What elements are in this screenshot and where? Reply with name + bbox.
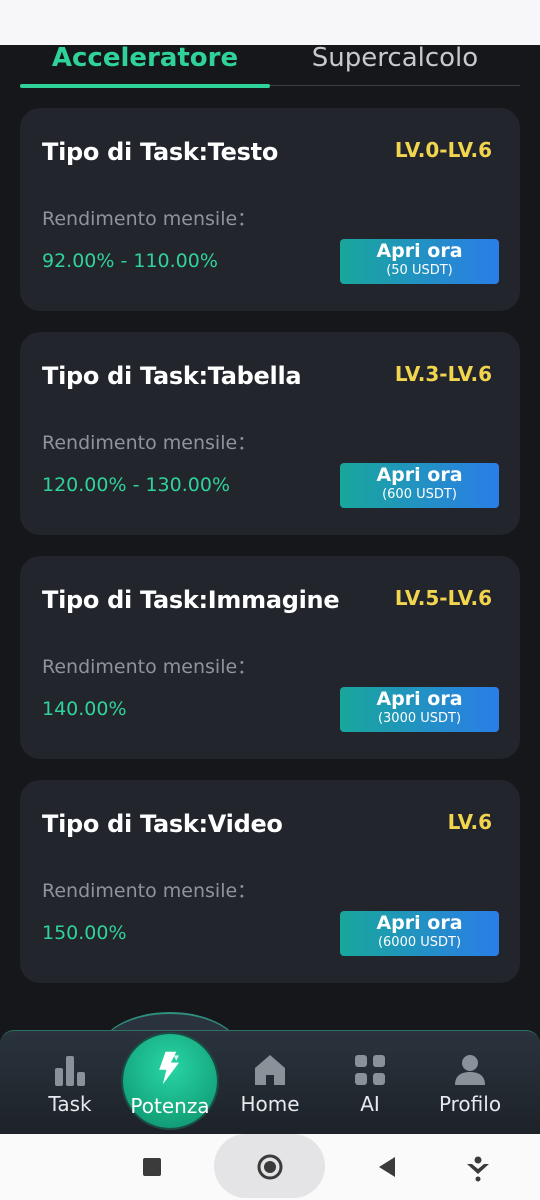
yield-label: Rendimento mensile： <box>42 432 257 454</box>
home-circle-icon <box>257 1154 283 1180</box>
yield-value: 120.00% - 130.00% <box>42 474 231 496</box>
yield-value: 92.00% - 110.00% <box>42 250 218 272</box>
level-badge: LV.0-LV.6 <box>394 138 492 162</box>
yield-label: Rendimento mensile： <box>42 880 257 902</box>
task-card-testo: Tipo di Task:Testo LV.0-LV.6 Rendimento … <box>20 108 520 311</box>
open-now-label: Apri ora <box>376 912 463 934</box>
yield-label: Rendimento mensile： <box>42 208 257 230</box>
level-badge: LV.3-LV.6 <box>394 362 492 386</box>
nav-label-profilo: Profilo <box>438 1092 502 1116</box>
tab-supercalcolo[interactable]: Supercalcolo <box>270 45 520 85</box>
nav-item-ai[interactable]: AI <box>320 1048 420 1118</box>
open-now-label: Apri ora <box>376 240 463 262</box>
price-label: (3000 USDT) <box>377 711 462 726</box>
nav-item-profilo[interactable]: Profilo <box>420 1048 520 1118</box>
nav-label-task: Task <box>48 1092 92 1116</box>
user-icon <box>455 1055 485 1085</box>
bar-chart-icon <box>55 1056 85 1086</box>
price-label: (600 USDT) <box>382 487 457 502</box>
recents-icon[interactable] <box>141 1156 163 1178</box>
task-card-video: Tipo di Task:Video LV.6 Rendimento mensi… <box>20 780 520 983</box>
open-now-button[interactable]: Apri ora (600 USDT) <box>340 463 499 508</box>
back-icon[interactable] <box>376 1155 398 1179</box>
lightning-icon <box>159 1051 179 1085</box>
status-bar <box>0 0 540 45</box>
card-title: Tipo di Task:Immagine <box>42 586 340 614</box>
assistant-icon[interactable] <box>464 1154 492 1182</box>
level-badge: LV.6 <box>447 810 492 834</box>
active-tab-indicator <box>20 84 270 88</box>
card-title: Tipo di Task:Testo <box>42 138 279 166</box>
open-now-label: Apri ora <box>376 464 463 486</box>
nav-item-potenza[interactable]: Potenza <box>123 1034 217 1128</box>
card-title: Tipo di Task:Tabella <box>42 362 302 390</box>
grid-icon <box>355 1055 385 1085</box>
system-navigation-bar <box>0 1134 540 1200</box>
home-icon <box>255 1055 285 1085</box>
open-now-button[interactable]: Apri ora (50 USDT) <box>340 239 499 284</box>
task-card-immagine: Tipo di Task:Immagine LV.5-LV.6 Rendimen… <box>20 556 520 759</box>
home-pill[interactable] <box>214 1134 325 1198</box>
tab-acceleratore[interactable]: Acceleratore <box>20 45 270 85</box>
yield-value: 150.00% <box>42 922 127 944</box>
open-now-label: Apri ora <box>376 688 463 710</box>
price-label: (6000 USDT) <box>377 935 462 950</box>
nav-item-task[interactable]: Task <box>20 1048 120 1118</box>
price-label: (50 USDT) <box>386 263 453 278</box>
tab-bar: Acceleratore Supercalcolo <box>0 45 540 89</box>
card-title: Tipo di Task:Video <box>42 810 283 838</box>
yield-value: 140.00% <box>42 698 127 720</box>
yield-label: Rendimento mensile： <box>42 656 257 678</box>
nav-item-home[interactable]: Home <box>220 1048 320 1118</box>
task-card-tabella: Tipo di Task:Tabella LV.3-LV.6 Rendiment… <box>20 332 520 535</box>
nav-label-potenza: Potenza <box>130 1094 210 1118</box>
nav-label-home: Home <box>240 1092 300 1116</box>
open-now-button[interactable]: Apri ora (3000 USDT) <box>340 687 499 732</box>
nav-label-ai: AI <box>360 1092 380 1116</box>
open-now-button[interactable]: Apri ora (6000 USDT) <box>340 911 499 956</box>
level-badge: LV.5-LV.6 <box>394 586 492 610</box>
